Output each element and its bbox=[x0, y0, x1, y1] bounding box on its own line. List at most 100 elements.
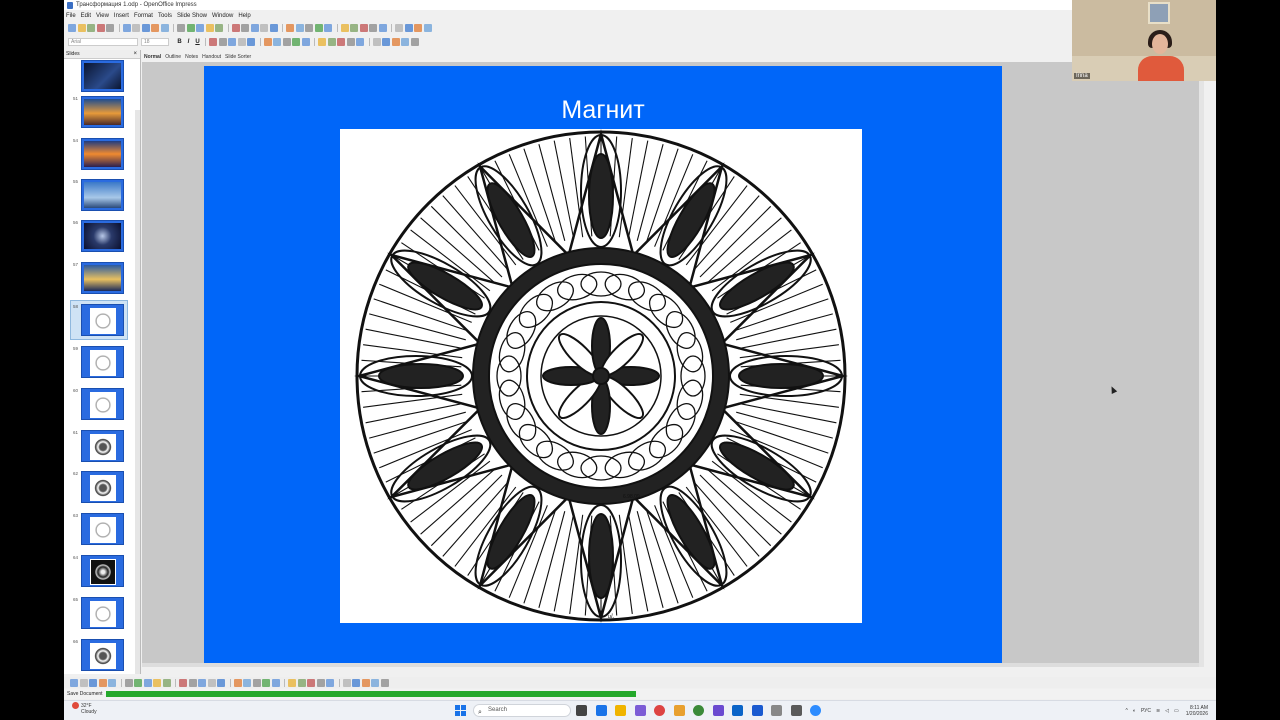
slide-thumbnail[interactable] bbox=[81, 430, 124, 462]
standard-tool-button-icon[interactable] bbox=[404, 23, 413, 32]
standard-tool-button-icon[interactable] bbox=[132, 23, 140, 32]
drawing-tool-button-icon[interactable] bbox=[307, 678, 315, 687]
standard-tool-button-icon[interactable] bbox=[324, 23, 332, 32]
drawing-tool-button-icon[interactable] bbox=[108, 678, 116, 687]
format-tool-button-icon[interactable] bbox=[218, 37, 227, 46]
view-tab-normal[interactable]: Normal bbox=[144, 54, 161, 60]
standard-tool-button-icon[interactable] bbox=[414, 23, 422, 32]
taskbar-opera-icon[interactable] bbox=[654, 705, 665, 716]
slide-thumbnail-row[interactable]: 66 bbox=[64, 639, 140, 674]
taskbar-word-icon[interactable] bbox=[751, 705, 763, 716]
mandala-image[interactable]: 6.98.09 ul. bbox=[340, 129, 862, 623]
standard-tool-button-icon[interactable] bbox=[231, 23, 240, 32]
standard-tool-button-icon[interactable] bbox=[250, 23, 259, 32]
standard-tool-button-icon[interactable] bbox=[106, 23, 114, 32]
standard-tool-button-icon[interactable] bbox=[340, 23, 349, 32]
format-tool-button-icon[interactable] bbox=[382, 37, 390, 46]
format-tool-button-icon[interactable] bbox=[327, 37, 336, 46]
standard-tool-button-icon[interactable] bbox=[87, 23, 95, 32]
slide-thumbnail[interactable] bbox=[81, 220, 124, 252]
menu-item-format[interactable]: Format bbox=[134, 13, 153, 19]
drawing-tool-button-icon[interactable] bbox=[297, 678, 306, 687]
standard-tool-button-icon[interactable] bbox=[305, 23, 313, 32]
drawing-tool-button-icon[interactable] bbox=[188, 678, 197, 687]
taskbar-chrome-icon[interactable] bbox=[693, 705, 704, 716]
slide-thumbnail-row[interactable]: 54 bbox=[64, 138, 140, 178]
drawing-tool-button-icon[interactable] bbox=[316, 678, 325, 687]
slide-thumbnail-row[interactable]: 64 bbox=[64, 555, 140, 595]
standard-tool-button-icon[interactable] bbox=[215, 23, 223, 32]
format-tool-button-icon[interactable] bbox=[356, 37, 364, 46]
format-tool-button-icon[interactable] bbox=[410, 37, 419, 46]
standard-tool-button-icon[interactable] bbox=[314, 23, 323, 32]
slide-thumbnail[interactable] bbox=[81, 513, 124, 545]
slide-thumbnail-row[interactable]: 59 bbox=[64, 346, 140, 386]
menu-item-insert[interactable]: Insert bbox=[114, 13, 129, 19]
slide-thumbnail-row[interactable]: 63 bbox=[64, 513, 140, 553]
wifi-icon[interactable]: ≋ bbox=[1156, 708, 1160, 714]
bold-button[interactable]: B bbox=[175, 39, 184, 45]
vertical-scrollbar[interactable] bbox=[1199, 62, 1204, 667]
drawing-tool-button-icon[interactable] bbox=[143, 678, 152, 687]
menu-item-window[interactable]: Window bbox=[212, 13, 233, 19]
italic-button[interactable]: I bbox=[184, 39, 193, 45]
format-tool-button-icon[interactable] bbox=[228, 37, 236, 46]
taskbar-zoom-icon[interactable] bbox=[810, 705, 821, 716]
slide-thumbnail[interactable] bbox=[81, 471, 124, 503]
slide-thumbnail-row[interactable]: 55 bbox=[64, 179, 140, 219]
taskbar-task-view-icon[interactable] bbox=[576, 705, 587, 716]
taskbar-file-explorer-icon[interactable] bbox=[615, 705, 626, 716]
drawing-tool-button-icon[interactable] bbox=[288, 678, 296, 687]
slide-thumbnail-row[interactable]: 57 bbox=[64, 262, 140, 302]
slide-thumbnail[interactable] bbox=[81, 555, 124, 587]
standard-tool-button-icon[interactable] bbox=[378, 23, 387, 32]
standard-tool-button-icon[interactable] bbox=[295, 23, 304, 32]
standard-tool-button-icon[interactable] bbox=[286, 23, 294, 32]
drawing-tool-button-icon[interactable] bbox=[162, 678, 171, 687]
drawing-tool-button-icon[interactable] bbox=[243, 678, 251, 687]
format-tool-button-icon[interactable] bbox=[346, 37, 355, 46]
slide-thumbnail-row[interactable]: 65 bbox=[64, 597, 140, 637]
standard-tool-button-icon[interactable] bbox=[96, 23, 105, 32]
drawing-tool-button-icon[interactable] bbox=[89, 678, 97, 687]
menu-item-help[interactable]: Help bbox=[238, 13, 250, 19]
close-icon[interactable]: × bbox=[133, 50, 137, 59]
format-tool-button-icon[interactable] bbox=[209, 37, 217, 46]
clock[interactable]: 8:11 AM 1/20/2026 bbox=[1186, 705, 1208, 717]
drawing-tool-button-icon[interactable] bbox=[70, 678, 78, 687]
slide-thumbnail[interactable] bbox=[81, 138, 124, 170]
drawing-tool-button-icon[interactable] bbox=[252, 678, 261, 687]
view-tab-slide-sorter[interactable]: Slide Sorter bbox=[225, 54, 251, 60]
standard-tool-button-icon[interactable] bbox=[395, 23, 403, 32]
menu-item-edit[interactable]: Edit bbox=[81, 13, 91, 19]
format-tool-button-icon[interactable] bbox=[337, 37, 345, 46]
volume-icon[interactable]: ◁ bbox=[1165, 708, 1169, 714]
slide-thumbnail[interactable] bbox=[81, 262, 124, 294]
drawing-tool-button-icon[interactable] bbox=[79, 678, 88, 687]
format-tool-button-icon[interactable] bbox=[391, 37, 400, 46]
standard-tool-button-icon[interactable] bbox=[423, 23, 432, 32]
drawing-tool-button-icon[interactable] bbox=[233, 678, 242, 687]
taskbar-outlook-icon[interactable] bbox=[732, 705, 743, 716]
drawing-tool-button-icon[interactable] bbox=[326, 678, 334, 687]
slide-thumbnail-row[interactable]: 60 bbox=[64, 388, 140, 428]
slide-thumbnail-row[interactable] bbox=[64, 60, 140, 100]
menu-item-view[interactable]: View bbox=[96, 13, 109, 19]
slide-thumbnail[interactable] bbox=[81, 346, 124, 378]
underline-button[interactable]: U bbox=[193, 39, 202, 45]
taskbar-onenote-icon[interactable] bbox=[712, 705, 724, 716]
slides-panel-scrollbar[interactable] bbox=[135, 110, 140, 674]
view-tab-handout[interactable]: Handout bbox=[202, 54, 221, 60]
slide-thumbnail[interactable] bbox=[81, 639, 124, 671]
horizontal-scrollbar[interactable] bbox=[142, 663, 1204, 667]
format-tool-button-icon[interactable] bbox=[372, 37, 381, 46]
taskbar-photos-icon[interactable] bbox=[673, 705, 685, 716]
current-slide[interactable]: Магнит 6.98.09 ul. bbox=[204, 66, 1002, 664]
drawing-tool-button-icon[interactable] bbox=[271, 678, 280, 687]
drawing-tool-button-icon[interactable] bbox=[361, 678, 370, 687]
standard-tool-button-icon[interactable] bbox=[369, 23, 377, 32]
format-tool-button-icon[interactable] bbox=[292, 37, 300, 46]
language-indicator[interactable]: РУС bbox=[1141, 708, 1151, 714]
drawing-tool-button-icon[interactable] bbox=[262, 678, 270, 687]
weather-widget[interactable]: 32°F Cloudy bbox=[72, 702, 97, 715]
